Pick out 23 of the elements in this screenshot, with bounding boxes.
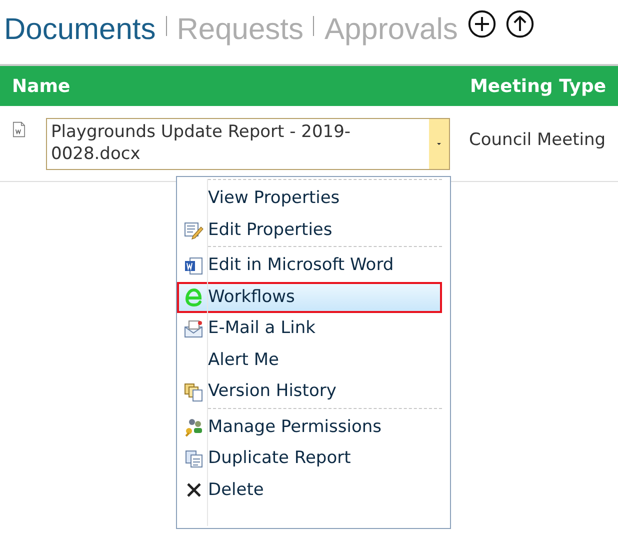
workflow-icon xyxy=(184,287,204,308)
document-icon xyxy=(11,121,27,138)
menu-item[interactable]: Delete xyxy=(177,474,442,506)
word-document-icon xyxy=(184,256,204,276)
menu-item[interactable]: Alert Me xyxy=(177,344,442,376)
upload-icon[interactable] xyxy=(506,10,534,38)
permissions-icon xyxy=(184,417,204,438)
menu-item[interactable]: Duplicate Report xyxy=(177,443,442,474)
version-history-icon xyxy=(184,382,204,402)
menu-item[interactable]: E-Mail a Link xyxy=(177,313,442,344)
tab[interactable]: Documents xyxy=(4,10,156,50)
menu-item[interactable]: Manage Permissions xyxy=(177,412,442,443)
menu-item[interactable]: Edit in Microsoft Word xyxy=(177,250,442,282)
add-icon[interactable] xyxy=(468,10,496,38)
duplicate-icon xyxy=(184,448,204,469)
menu-item[interactable]: View Properties xyxy=(177,183,442,214)
envelope-icon xyxy=(184,318,204,339)
table-cell-text: Council Meeting xyxy=(469,129,606,152)
menu-item[interactable]: Version History xyxy=(177,376,442,408)
menu-item[interactable]: Edit Properties xyxy=(177,214,442,246)
edit-properties-icon xyxy=(184,220,204,240)
menu-item[interactable]: Workflows xyxy=(177,282,442,313)
file-name-dropdown[interactable]: Playgrounds Update Report - 2019-0028.docx xyxy=(46,118,450,170)
